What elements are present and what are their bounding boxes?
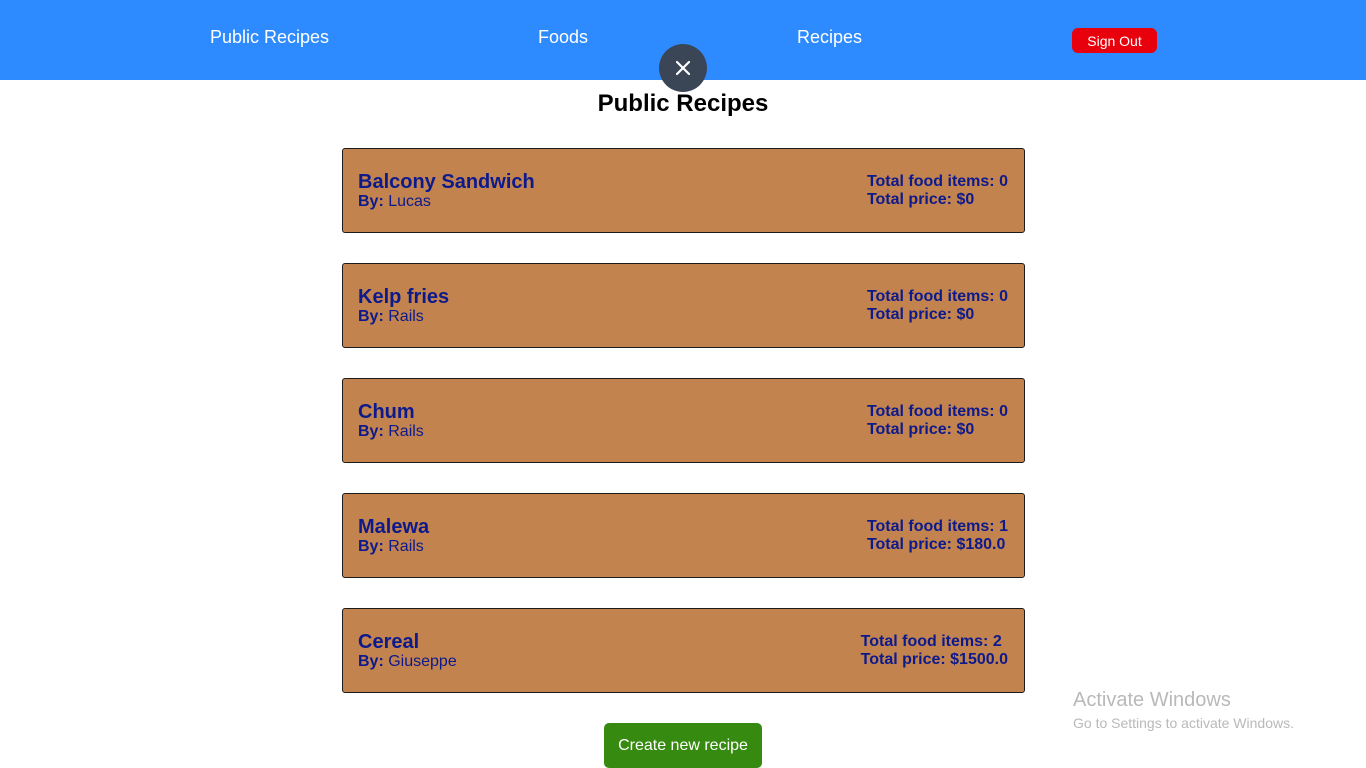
total-food-items-value: 0 — [999, 403, 1008, 420]
total-price: Total price: $180.0 — [867, 536, 1008, 554]
total-food-items-value: 0 — [999, 173, 1008, 190]
recipe-author: By: Rails — [358, 423, 424, 441]
recipe-stats: Total food items: 0 Total price: $0 — [867, 173, 1008, 209]
total-price-value: $0 — [956, 421, 975, 438]
recipe-name: Balcony Sandwich — [358, 171, 535, 193]
nav-public-recipes[interactable]: Public Recipes — [210, 27, 329, 48]
recipe-name: Malewa — [358, 516, 430, 538]
total-price-value: $1500.0 — [950, 651, 1008, 668]
recipe-author: By: Lucas — [358, 193, 431, 211]
recipe-stats: Total food items: 2 Total price: $1500.0 — [861, 633, 1008, 669]
recipe-author: By: Rails — [358, 538, 424, 556]
watermark-title: Activate Windows — [1073, 689, 1231, 711]
author-name: Lucas — [388, 193, 431, 210]
close-icon — [675, 60, 691, 76]
sign-out-button[interactable]: Sign Out — [1072, 28, 1157, 53]
page-title: Public Recipes — [597, 90, 769, 117]
total-price-label: Total price: — [866, 421, 952, 438]
total-food-items-label: Total food items: — [866, 518, 995, 535]
watermark-subtitle: Go to Settings to activate Windows. — [1073, 715, 1294, 731]
recipe-list: Balcony Sandwich By: Lucas Total food it… — [342, 148, 1025, 723]
recipe-stats: Total food items: 0 Total price: $0 — [867, 288, 1008, 324]
total-price-label: Total price: — [860, 651, 946, 668]
total-food-items-label: Total food items: — [860, 633, 989, 650]
total-price: Total price: $0 — [867, 191, 1008, 209]
author-name: Rails — [388, 308, 424, 325]
total-price: Total price: $1500.0 — [861, 651, 1008, 669]
by-label: By: — [358, 308, 384, 325]
by-label: By: — [358, 538, 384, 555]
by-label: By: — [358, 193, 384, 210]
by-label: By: — [358, 423, 384, 440]
total-price: Total price: $0 — [867, 306, 1008, 324]
recipe-card[interactable]: Cereal By: Giuseppe Total food items: 2 … — [342, 608, 1025, 693]
total-price-value: $180.0 — [956, 536, 1006, 553]
recipe-card[interactable]: Chum By: Rails Total food items: 0 Total… — [342, 378, 1025, 463]
author-name: Giuseppe — [388, 653, 457, 670]
activate-windows-watermark: Activate Windows Go to Settings to activ… — [1073, 689, 1294, 731]
total-price-value: $0 — [956, 306, 975, 323]
author-name: Rails — [388, 423, 424, 440]
create-recipe-button[interactable]: Create new recipe — [604, 723, 762, 768]
recipe-card[interactable]: Malewa By: Rails Total food items: 1 Tot… — [342, 493, 1025, 578]
total-food-items: Total food items: 0 — [867, 173, 1008, 191]
total-food-items-label: Total food items: — [866, 173, 995, 190]
recipe-stats: Total food items: 1 Total price: $180.0 — [867, 518, 1008, 554]
total-food-items-label: Total food items: — [866, 288, 995, 305]
total-food-items-value: 2 — [992, 633, 1002, 650]
total-food-items-value: 0 — [999, 288, 1008, 305]
total-price-label: Total price: — [866, 536, 952, 553]
nav-recipes[interactable]: Recipes — [797, 27, 862, 48]
recipe-card[interactable]: Balcony Sandwich By: Lucas Total food it… — [342, 148, 1025, 233]
recipe-stats: Total food items: 0 Total price: $0 — [867, 403, 1008, 439]
recipe-name: Cereal — [358, 631, 420, 653]
recipe-author: By: Giuseppe — [358, 653, 457, 671]
recipe-name: Kelp fries — [358, 286, 450, 308]
recipe-card[interactable]: Kelp fries By: Rails Total food items: 0… — [342, 263, 1025, 348]
total-food-items-value: 1 — [999, 518, 1008, 535]
by-label: By: — [358, 653, 384, 670]
total-food-items: Total food items: 1 — [867, 518, 1008, 536]
recipe-name: Chum — [358, 401, 415, 423]
total-food-items: Total food items: 0 — [867, 288, 1008, 306]
total-price-label: Total price: — [866, 306, 952, 323]
nav-foods[interactable]: Foods — [538, 27, 588, 48]
recipe-author: By: Rails — [358, 308, 424, 326]
total-food-items-label: Total food items: — [866, 403, 995, 420]
close-menu-button[interactable] — [659, 44, 707, 92]
total-food-items: Total food items: 0 — [867, 403, 1008, 421]
total-price-label: Total price: — [866, 191, 952, 208]
total-price-value: $0 — [956, 191, 975, 208]
author-name: Rails — [388, 538, 424, 555]
total-price: Total price: $0 — [867, 421, 1008, 439]
total-food-items: Total food items: 2 — [861, 633, 1008, 651]
